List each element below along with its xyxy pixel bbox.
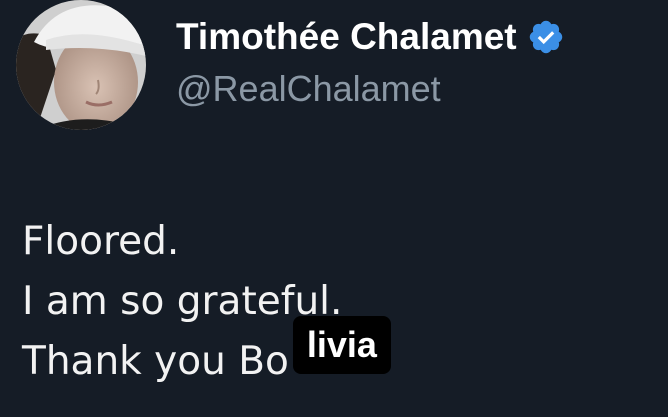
- display-name[interactable]: Timothée Chalamet: [176, 16, 517, 58]
- tweet-line-3: Thank you Bo livia: [22, 316, 642, 392]
- tweet-text: Floored. I am so grateful. Thank you Bo l…: [22, 212, 642, 392]
- tweet-card: Timothée Chalamet @RealChalamet Floored.…: [0, 0, 668, 417]
- verified-badge-icon: [529, 20, 562, 54]
- text-overlay-sticker: livia: [292, 316, 391, 374]
- avatar[interactable]: [16, 0, 146, 130]
- handle[interactable]: @RealChalamet: [176, 68, 441, 110]
- author-name-row[interactable]: Timothée Chalamet: [176, 14, 565, 60]
- avatar-photo: [16, 0, 146, 130]
- tweet-line-3-text: Thank you Bo: [22, 339, 289, 384]
- tweet-line-1: Floored.: [22, 219, 180, 264]
